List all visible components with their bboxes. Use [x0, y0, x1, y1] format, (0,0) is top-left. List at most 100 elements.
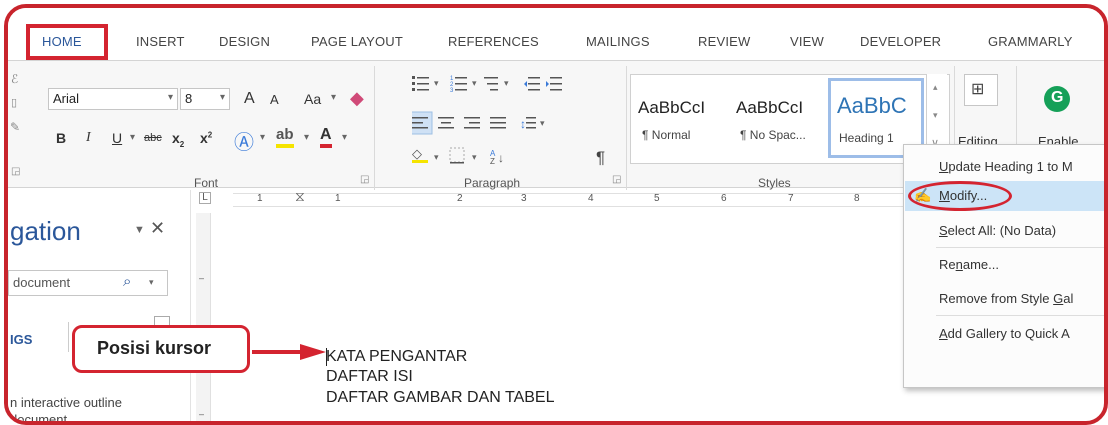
ruler-mark: 2	[457, 193, 463, 204]
vertical-ruler-mark: –	[199, 273, 205, 283]
align-center-icon	[438, 117, 454, 129]
bold-button[interactable]: B	[56, 130, 66, 146]
menu-item-update-heading[interactable]: Update Heading 1 to M	[939, 159, 1073, 174]
line-spacing-icon: ↕	[520, 117, 536, 131]
editing-button[interactable]: ⊞	[964, 74, 998, 106]
tab-selector[interactable]: L	[199, 192, 211, 204]
justify-icon	[490, 117, 506, 129]
italic-button[interactable]: I	[86, 130, 91, 146]
paragraph-launcher-icon[interactable]: ◲	[612, 174, 621, 185]
font-group-label: Font	[194, 176, 219, 190]
menu-label: al	[1063, 291, 1074, 306]
menu-accel: A	[939, 326, 948, 341]
shading-icon: ◇	[412, 146, 428, 163]
bullets-icon	[412, 76, 429, 91]
menu-item-select-all[interactable]: Select All: (No Data)	[939, 223, 1056, 238]
style-no-spacing-sample: AaBbCcI	[736, 98, 804, 117]
chevron-down-icon: ▾	[331, 92, 337, 103]
tab-mailings[interactable]: MAILINGS	[586, 34, 650, 49]
nav-search-input[interactable]: document ⌕ ▾	[8, 270, 168, 296]
sort-icon: A Z ↓	[490, 149, 504, 164]
align-right-icon	[464, 117, 480, 129]
strikethrough-button[interactable]: abc	[144, 132, 162, 144]
cursor-position-callout: Posisi kursor	[72, 325, 250, 373]
tab-insert[interactable]: INSERT	[136, 34, 185, 49]
doc-line[interactable]: DAFTAR GAMBAR DAN TABEL	[326, 389, 554, 407]
navigation-pane: gation ▼ ✕ document ⌕ ▾ IGS n interactiv…	[8, 190, 191, 421]
font-size-combo[interactable]: 8 ▾	[180, 88, 230, 110]
menu-label-pre: Remove from Style	[939, 291, 1054, 306]
chevron-down-icon[interactable]: ▾	[149, 277, 154, 288]
tab-grammarly[interactable]: GRAMMARLY	[988, 34, 1073, 49]
menu-item-add-to-quick-access[interactable]: Add Gallery to Quick A	[939, 326, 1070, 341]
svg-text:▾: ▾	[472, 152, 477, 162]
ruler-mark: 8	[854, 193, 860, 204]
underline-button[interactable]: U	[112, 130, 122, 146]
shrink-font-button[interactable]: A	[270, 92, 279, 107]
style-no-spacing-name: ¶ No Spac...	[740, 128, 806, 142]
multilevel-list-icon	[484, 77, 498, 91]
text-effects-icon[interactable]: Ⓐ	[234, 126, 254, 155]
callout-text: Posisi kursor	[97, 338, 212, 358]
search-icon[interactable]: ⌕	[123, 273, 131, 290]
menu-accel: n	[955, 257, 963, 272]
menu-item-rename[interactable]: Rename...	[939, 257, 999, 272]
superscript-label: x	[200, 130, 208, 146]
increase-indent-icon	[546, 77, 562, 91]
style-no-spacing[interactable]: AaBbCcI ¶ No Spac...	[736, 80, 832, 150]
tab-page-layout[interactable]: PAGE LAYOUT	[311, 34, 403, 49]
tab-design[interactable]: DESIGN	[219, 34, 270, 49]
scroll-down-icon[interactable]: ▾	[933, 110, 938, 121]
scroll-up-icon[interactable]: ▴	[933, 82, 938, 93]
menu-accel: G	[1053, 291, 1064, 306]
style-heading-1-sample: AaBbC	[837, 93, 907, 118]
menu-accel: U	[939, 159, 949, 174]
grammarly-icon[interactable]: G	[1044, 86, 1070, 112]
indent-marker[interactable]: ⧖	[295, 188, 305, 205]
copy-icon[interactable]: ▯	[11, 96, 17, 109]
svg-text:↕: ↕	[520, 117, 526, 131]
chevron-down-icon: ▾	[304, 132, 310, 143]
ruler-mark: 1	[257, 193, 263, 204]
style-normal-name: ¶ Normal	[642, 128, 691, 142]
show-formatting-button[interactable]: ¶	[596, 148, 605, 168]
grow-font-button[interactable]: A	[244, 90, 255, 108]
superscript-button[interactable]: x2	[200, 130, 212, 146]
ruler-mark: 5	[654, 193, 660, 204]
highlight-color-icon[interactable]: ab	[276, 126, 294, 148]
font-launcher-icon[interactable]: ◲	[360, 174, 369, 185]
tab-view[interactable]: VIEW	[790, 34, 824, 49]
font-name-combo[interactable]: Arial ▾	[48, 88, 178, 110]
doc-line[interactable]: KATA PENGANTAR	[326, 348, 467, 366]
chevron-down-icon: ▾	[219, 92, 225, 103]
chevron-down-icon: ▾	[260, 132, 266, 143]
svg-text:▾: ▾	[434, 152, 439, 162]
borders-icon	[449, 147, 465, 164]
binoculars-icon: ⊞	[971, 81, 985, 98]
nav-headings-tab[interactable]: IGS	[10, 332, 32, 347]
modify-highlight-oval	[908, 181, 1012, 211]
change-case-button[interactable]: Aa	[304, 91, 321, 107]
ruler-mark: 4	[588, 193, 594, 204]
tab-review[interactable]: REVIEW	[698, 34, 750, 49]
menu-divider	[936, 247, 1104, 248]
screenshot-frame: HOME INSERT DESIGN PAGE LAYOUT REFERENCE…	[4, 4, 1108, 425]
svg-text:↓: ↓	[498, 151, 504, 164]
menu-item-remove-from-gallery[interactable]: Remove from Style Gal	[939, 291, 1073, 306]
doc-line[interactable]: DAFTAR ISI	[326, 368, 413, 386]
tab-references[interactable]: REFERENCES	[448, 34, 539, 49]
font-color-icon[interactable]: A	[320, 126, 332, 148]
clipboard-launcher-icon[interactable]: ◲	[11, 166, 20, 177]
menu-divider	[936, 315, 1104, 316]
subscript-button[interactable]: x2	[172, 130, 184, 149]
ribbon-tab-bar: HOME INSERT DESIGN PAGE LAYOUT REFERENCE…	[8, 8, 1104, 60]
chevron-down-icon[interactable]: ▼	[134, 224, 145, 236]
vertical-ruler-mark: –	[199, 409, 205, 419]
menu-label: dd Gallery to Quick A	[947, 326, 1070, 341]
paste-icon[interactable]: ℰ	[11, 72, 18, 86]
close-icon[interactable]: ✕	[150, 218, 165, 239]
style-normal[interactable]: AaBbCcI ¶ Normal	[638, 80, 734, 150]
clear-formatting-icon[interactable]: ◆	[350, 88, 364, 109]
tab-developer[interactable]: DEVELOPER	[860, 34, 941, 49]
format-painter-icon[interactable]: ✎	[10, 120, 20, 134]
